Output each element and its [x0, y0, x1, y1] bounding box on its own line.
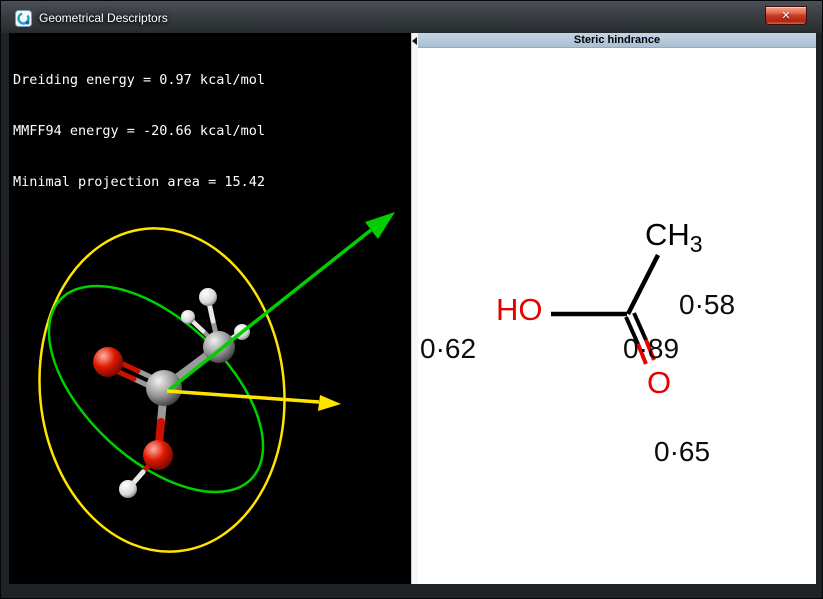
carbon-atom: [146, 370, 182, 406]
molecule-3d-viewer[interactable]: [9, 190, 411, 584]
app-window: Geometrical Descriptors ✕ Dreiding energ…: [0, 0, 823, 599]
splitter-collapse-icon[interactable]: [412, 37, 417, 45]
descriptor-readout: Dreiding energy = 0.97 kcal/mol MMFF94 e…: [9, 33, 411, 190]
steric-structure-canvas[interactable]: CH3 HO O 0·58 0·62 0·89 0·65: [418, 48, 816, 584]
steric-value: 0·62: [420, 333, 476, 365]
descriptor-line: MMFF94 energy = -20.66 kcal/mol: [13, 123, 411, 140]
geometry-panel: Dreiding energy = 0.97 kcal/mol MMFF94 e…: [9, 33, 411, 584]
steric-header: Steric hindrance: [418, 33, 816, 48]
molecule-3d-canvas[interactable]: [9, 190, 411, 584]
hydrogen-atom: [119, 480, 137, 498]
structure-bonds: [418, 48, 816, 584]
oxygen-atom: [93, 347, 123, 377]
titlebar[interactable]: Geometrical Descriptors ✕: [9, 4, 814, 32]
window-title: Geometrical Descriptors: [39, 11, 168, 25]
steric-panel: Steric hindrance CH3 HO O 0·58 0·62 0·89…: [418, 33, 816, 584]
window-content: Dreiding energy = 0.97 kcal/mol MMFF94 e…: [9, 33, 816, 584]
close-button[interactable]: ✕: [765, 6, 807, 25]
methyl-label: CH3: [645, 217, 703, 258]
app-icon: [15, 10, 32, 27]
close-icon: ✕: [781, 9, 790, 22]
descriptor-line: Dreiding energy = 0.97 kcal/mol: [13, 72, 411, 89]
carbonyl-oxygen-label: O: [647, 365, 671, 401]
oxygen-atom: [143, 440, 173, 470]
steric-value: 0·89: [623, 333, 679, 365]
descriptor-line: Minimal projection area = 15.42: [13, 174, 411, 191]
hydrogen-atom: [199, 288, 217, 306]
panel-splitter[interactable]: [411, 33, 418, 584]
hydroxyl-label: HO: [496, 292, 543, 328]
steric-value: 0·65: [654, 436, 710, 468]
hydrogen-atom: [181, 310, 195, 324]
steric-value: 0·58: [679, 289, 735, 321]
